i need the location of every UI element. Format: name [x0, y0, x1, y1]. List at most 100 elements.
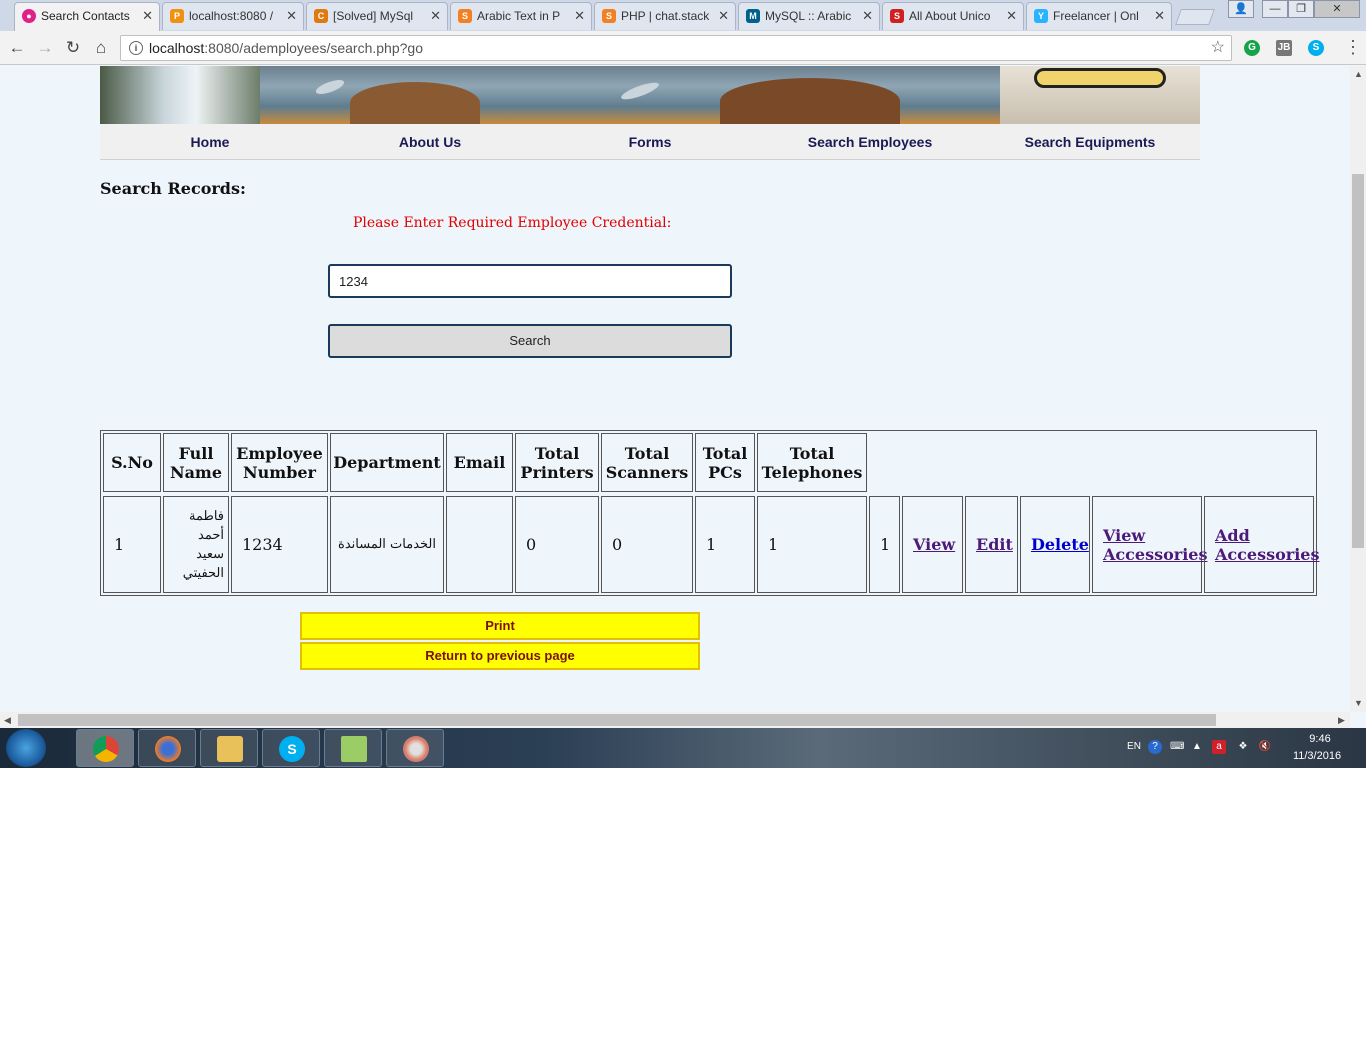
close-tab-icon[interactable]: ✕	[142, 3, 153, 29]
horizontal-scroll-thumb[interactable]	[18, 714, 1216, 726]
header-banner	[100, 66, 1200, 124]
new-tab-button[interactable]	[1175, 9, 1215, 25]
page-viewport: Home About Us Forms Search Employees Sea…	[0, 66, 1350, 712]
municipality-logo	[1000, 66, 1200, 124]
close-tab-icon[interactable]: ✕	[1006, 3, 1017, 29]
address-bar[interactable]: i localhost:8080/ademployees/search.php?…	[120, 35, 1232, 61]
add-accessories-link[interactable]: Add Accessories	[1215, 526, 1319, 564]
tab-mysql-arabic[interactable]: M MySQL :: Arabic ✕	[738, 2, 880, 30]
view-link-cell: View	[902, 496, 963, 593]
close-tab-icon[interactable]: ✕	[286, 3, 297, 29]
nav-about-us[interactable]: About Us	[320, 124, 540, 160]
dolphin-image	[619, 79, 661, 103]
close-tab-icon[interactable]: ✕	[1154, 3, 1165, 29]
tab-label: Arabic Text in P	[477, 9, 561, 23]
vertical-scroll-thumb[interactable]	[1352, 174, 1364, 548]
header-total-telephones: Total Telephones	[757, 433, 867, 492]
nav-search-equipments[interactable]: Search Equipments	[980, 124, 1200, 160]
paint-palette-icon	[403, 736, 429, 762]
back-icon[interactable]: ←	[6, 37, 28, 59]
taskbar-firefox[interactable]	[138, 729, 196, 767]
bookmark-star-icon[interactable]: ☆	[1211, 36, 1225, 60]
tab-freelancer[interactable]: Y Freelancer | Onl ✕	[1026, 2, 1172, 30]
scroll-up-icon[interactable]: ▲	[1354, 69, 1363, 79]
pink-circle-icon: ●	[22, 9, 36, 23]
scroll-right-icon[interactable]: ▶	[1338, 715, 1345, 726]
taskbar-explorer[interactable]	[200, 729, 258, 767]
antivirus-icon[interactable]: a	[1212, 740, 1226, 754]
view-link[interactable]: View	[913, 535, 955, 554]
delete-link[interactable]: Delete	[1031, 535, 1089, 554]
freelancer-icon: Y	[1034, 9, 1048, 23]
close-tab-icon[interactable]: ✕	[430, 3, 441, 29]
taskbar-paint[interactable]	[386, 729, 444, 767]
scroll-down-icon[interactable]: ▼	[1354, 698, 1363, 708]
scroll-left-icon[interactable]: ◀	[4, 715, 11, 726]
tab-phpmyadmin[interactable]: P localhost:8080 / ✕	[162, 2, 304, 30]
clock-time[interactable]: 9:46	[1298, 733, 1342, 745]
info-icon[interactable]: i	[129, 41, 143, 55]
grammarly-icon[interactable]: G	[1244, 40, 1260, 56]
chrome-menu-icon[interactable]: ⋮	[1344, 37, 1362, 58]
start-button[interactable]	[6, 729, 46, 767]
url-path: :8080/ademployees/search.php?go	[204, 40, 423, 56]
credential-prompt: Please Enter Required Employee Credentia…	[353, 215, 672, 231]
return-button[interactable]: Return to previous page	[300, 642, 700, 670]
folder-icon	[217, 736, 243, 762]
header-sno: S.No	[103, 433, 161, 492]
nav-search-employees[interactable]: Search Employees	[760, 124, 980, 160]
header-total-scanners: Total Scanners	[601, 433, 693, 492]
vertical-scrollbar[interactable]: ▲ ▼	[1350, 66, 1366, 712]
tab-arabic-text[interactable]: S Arabic Text in P ✕	[450, 2, 592, 30]
close-tab-icon[interactable]: ✕	[862, 3, 873, 29]
window-close-icon[interactable]: ✕	[1314, 0, 1360, 18]
extension-icon[interactable]: JB	[1276, 40, 1292, 56]
help-icon[interactable]: ?	[1148, 740, 1162, 754]
edit-link[interactable]: Edit	[976, 535, 1013, 554]
profile-icon[interactable]: 👤	[1228, 0, 1254, 18]
waterfall-image	[100, 66, 260, 124]
tab-label: Search Contacts	[41, 9, 130, 23]
employee-search-input[interactable]	[328, 264, 732, 298]
cell-email	[446, 496, 513, 593]
minimize-icon[interactable]: —	[1262, 0, 1288, 18]
firefox-icon	[155, 736, 181, 762]
taskbar-chrome[interactable]	[76, 729, 134, 767]
search-button[interactable]: Search	[328, 324, 732, 358]
tab-label: Freelancer | Onl	[1053, 9, 1139, 23]
language-indicator[interactable]: EN	[1124, 740, 1144, 754]
forward-icon[interactable]: →	[34, 37, 56, 59]
skype-extension-icon[interactable]: S	[1308, 40, 1324, 56]
mysql-icon: M	[746, 9, 760, 23]
reload-icon[interactable]: ↻	[62, 37, 84, 59]
view-accessories-link[interactable]: View Accessories	[1103, 526, 1207, 564]
keyboard-icon[interactable]: ⌨	[1170, 740, 1184, 754]
home-icon[interactable]: ⌂	[90, 37, 112, 59]
maximize-icon[interactable]: ❐	[1288, 0, 1314, 18]
browser-toolbar: ← → ↻ ⌂ i localhost:8080/ademployees/sea…	[0, 31, 1366, 65]
cell-total-scanners: 0	[601, 496, 693, 593]
taskbar-notepad[interactable]	[324, 729, 382, 767]
url-host: localhost	[149, 40, 205, 56]
tab-label: [Solved] MySql	[333, 9, 414, 23]
tray-expand-icon[interactable]: ▲	[1190, 740, 1204, 754]
rock-image	[720, 78, 900, 124]
taskbar-skype[interactable]: S	[262, 729, 320, 767]
tab-search-contacts[interactable]: ● Search Contacts ✕	[14, 2, 160, 31]
windows-taskbar: S EN ? ⌨ ▲ a ❖ 🔇	[0, 728, 1366, 768]
cell-department: الخدمات المساندة	[330, 496, 444, 593]
tab-php-chat[interactable]: S PHP | chat.stack ✕	[594, 2, 736, 30]
nav-home[interactable]: Home	[100, 124, 320, 160]
horizontal-scrollbar[interactable]: ◀ ▶	[0, 712, 1350, 728]
volume-muted-icon[interactable]: 🔇	[1258, 740, 1272, 754]
close-tab-icon[interactable]: ✕	[574, 3, 585, 29]
close-tab-icon[interactable]: ✕	[718, 3, 729, 29]
clock-date[interactable]: 11/3/2016	[1286, 750, 1348, 762]
tab-label: PHP | chat.stack	[621, 9, 710, 23]
nav-forms[interactable]: Forms	[540, 124, 760, 160]
network-icon[interactable]: ❖	[1236, 740, 1250, 754]
tab-all-about-unicode[interactable]: S All About Unico ✕	[882, 2, 1024, 30]
header-total-printers: Total Printers	[515, 433, 599, 492]
tab-solved-mysql[interactable]: C [Solved] MySql ✕	[306, 2, 448, 30]
print-button[interactable]: Print	[300, 612, 700, 640]
